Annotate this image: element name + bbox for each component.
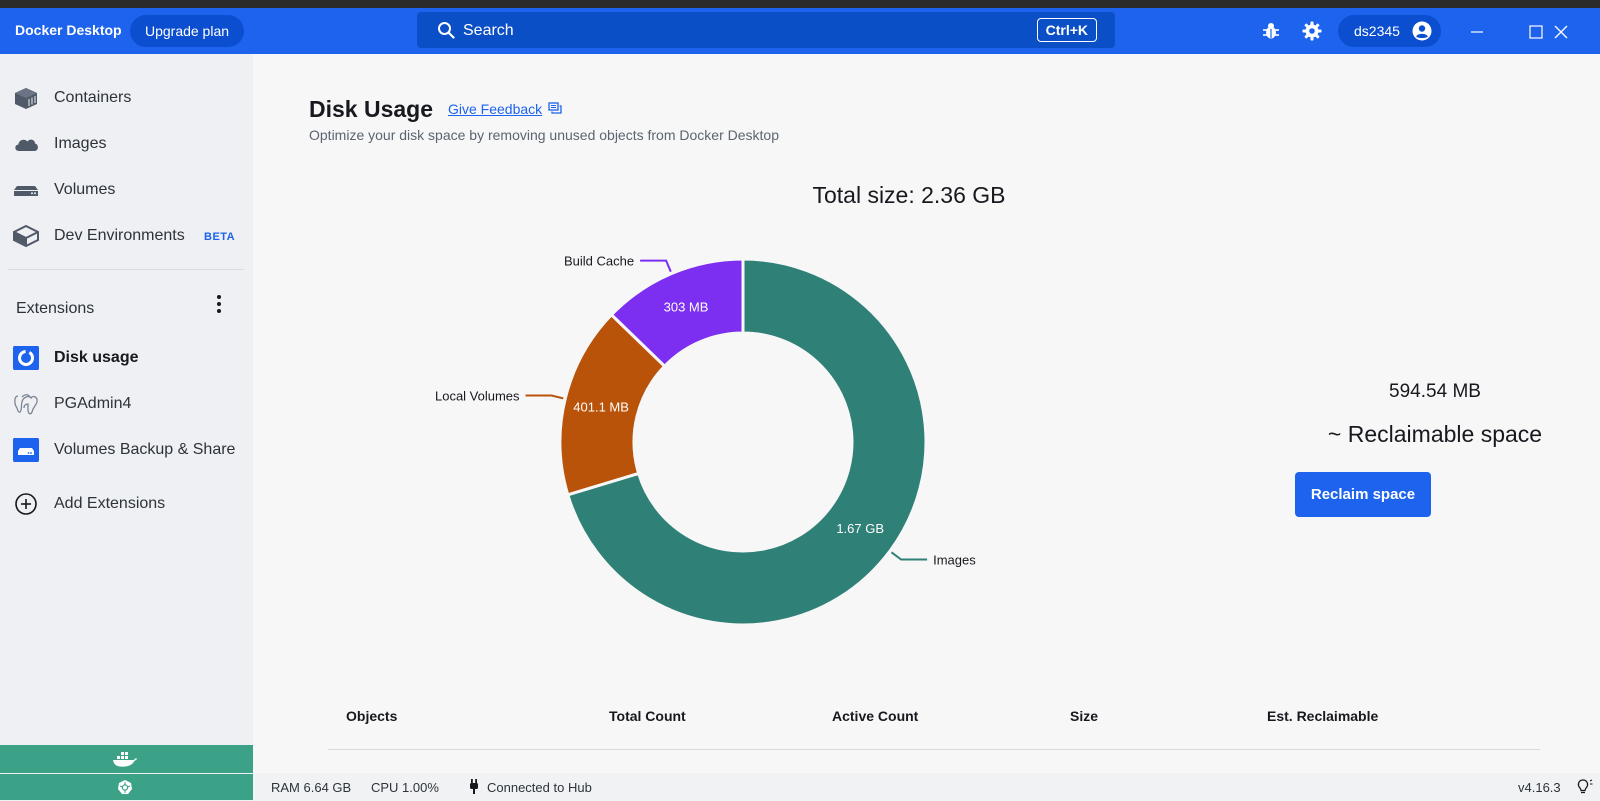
column-header-total-count[interactable]: Total Count (609, 708, 686, 724)
upgrade-plan-button[interactable]: Upgrade plan (130, 15, 244, 47)
leader-line-build-cache (640, 259, 672, 273)
pgadmin-icon (14, 394, 38, 415)
leader-line-local-volumes (525, 394, 564, 400)
search-placeholder: Search (463, 22, 514, 39)
dev-environments-icon (13, 224, 39, 248)
add-circle-icon (15, 493, 37, 515)
sidebar-divider (8, 269, 244, 270)
more-options-icon[interactable] (209, 292, 229, 316)
cpu-usage: CPU 1.00% (371, 780, 439, 795)
maximize-icon[interactable] (1526, 22, 1546, 42)
reclaimable-value: 594.54 MB (1389, 381, 1481, 402)
search-bar[interactable]: Search Ctrl+K (417, 12, 1115, 48)
sidebar-item-label: PGAdmin4 (54, 395, 132, 412)
slice-value-label-build-cache: 303 MB (664, 300, 709, 315)
docker-whale-icon (113, 752, 137, 767)
leader-line-images (890, 551, 928, 561)
slice-category-label-images: Images (933, 553, 976, 568)
sidebar-item-label: Containers (54, 89, 132, 106)
disk-usage-icon (13, 346, 39, 370)
main-content: Disk Usage Give Feedback Optimize your d… (253, 54, 1600, 773)
sidebar-item-label: Volumes Backup & Share (54, 441, 236, 458)
window-top-strip (0, 0, 1600, 8)
column-header-est-reclaimable[interactable]: Est. Reclaimable (1267, 708, 1378, 724)
kubernetes-status-bar[interactable] (0, 774, 253, 800)
disk-usage-donut-chart: 1.67 GB Images 401.1 MB Local Volumes 303 MB… (435, 254, 976, 627)
sidebar-item-dev-environments[interactable]: Dev Environments BETA (0, 216, 253, 256)
username: ds2345 (1354, 23, 1400, 39)
containers-icon (15, 88, 37, 109)
app-brand: Docker Desktop (15, 22, 122, 38)
user-menu[interactable]: ds2345 (1338, 15, 1441, 47)
sidebar-item-label: Images (54, 135, 107, 152)
sidebar-item-label: Volumes (54, 181, 116, 198)
kubernetes-icon (118, 780, 132, 794)
status-bar: RAM 6.64 GB CPU 1.00% Connected to Hub v… (253, 773, 1600, 801)
plug-icon (470, 779, 478, 794)
volumes-icon (14, 186, 38, 196)
sidebar-item-volumes[interactable]: Volumes (0, 170, 253, 210)
sidebar-item-containers[interactable]: Containers (0, 78, 253, 118)
reclaim-space-button[interactable]: Reclaim space (1295, 472, 1431, 517)
column-header-objects[interactable]: Objects (346, 708, 397, 724)
app-version: v4.16.3 (1518, 780, 1561, 795)
ram-usage: RAM 6.64 GB (271, 780, 352, 795)
close-icon[interactable] (1551, 22, 1571, 42)
add-extensions-button[interactable]: Add Extensions (0, 484, 253, 524)
sidebar-item-label: Dev Environments (54, 227, 185, 244)
table-divider (328, 749, 1540, 750)
top-bar: Docker Desktop Upgrade plan Search Ctrl+… (0, 8, 1600, 54)
sidebar-item-images[interactable]: Images (0, 124, 253, 164)
slice-category-label-local-volumes: Local Volumes (435, 389, 520, 404)
extensions-heading: Extensions (16, 300, 95, 317)
engine-status-bar[interactable] (0, 745, 253, 773)
search-icon (438, 22, 455, 39)
tips-lightbulb-icon[interactable] (1575, 778, 1593, 796)
minimize-icon[interactable] (1467, 22, 1487, 42)
sidebar-item-disk-usage[interactable]: Disk usage (0, 338, 253, 378)
volumes-backup-icon (13, 438, 39, 462)
sidebar-item-pgadmin4[interactable]: PGAdmin4 (0, 384, 253, 424)
slice-value-label-local-volumes: 401.1 MB (573, 400, 629, 415)
column-header-size[interactable]: Size (1070, 708, 1098, 724)
column-header-active-count[interactable]: Active Count (832, 708, 918, 724)
slice-category-label-build-cache: Build Cache (564, 254, 634, 269)
sidebar-item-volumes-backup-share[interactable]: Volumes Backup & Share (0, 430, 253, 470)
hub-connection-status: Connected to Hub (487, 780, 592, 795)
images-icon (15, 139, 38, 151)
bug-icon[interactable] (1261, 21, 1281, 41)
beta-badge: BETA (204, 231, 236, 243)
sidebar-item-label: Add Extensions (54, 495, 166, 512)
gear-icon[interactable] (1302, 21, 1322, 41)
sidebar: Containers Images Volumes Dev Environmen… (0, 54, 253, 801)
account-icon (1412, 21, 1432, 41)
sidebar-item-label: Disk usage (54, 349, 139, 366)
reclaimable-label: ~ Reclaimable space (1327, 421, 1543, 447)
slice-value-label-images: 1.67 GB (836, 521, 884, 536)
search-shortcut: Ctrl+K (1036, 18, 1097, 42)
